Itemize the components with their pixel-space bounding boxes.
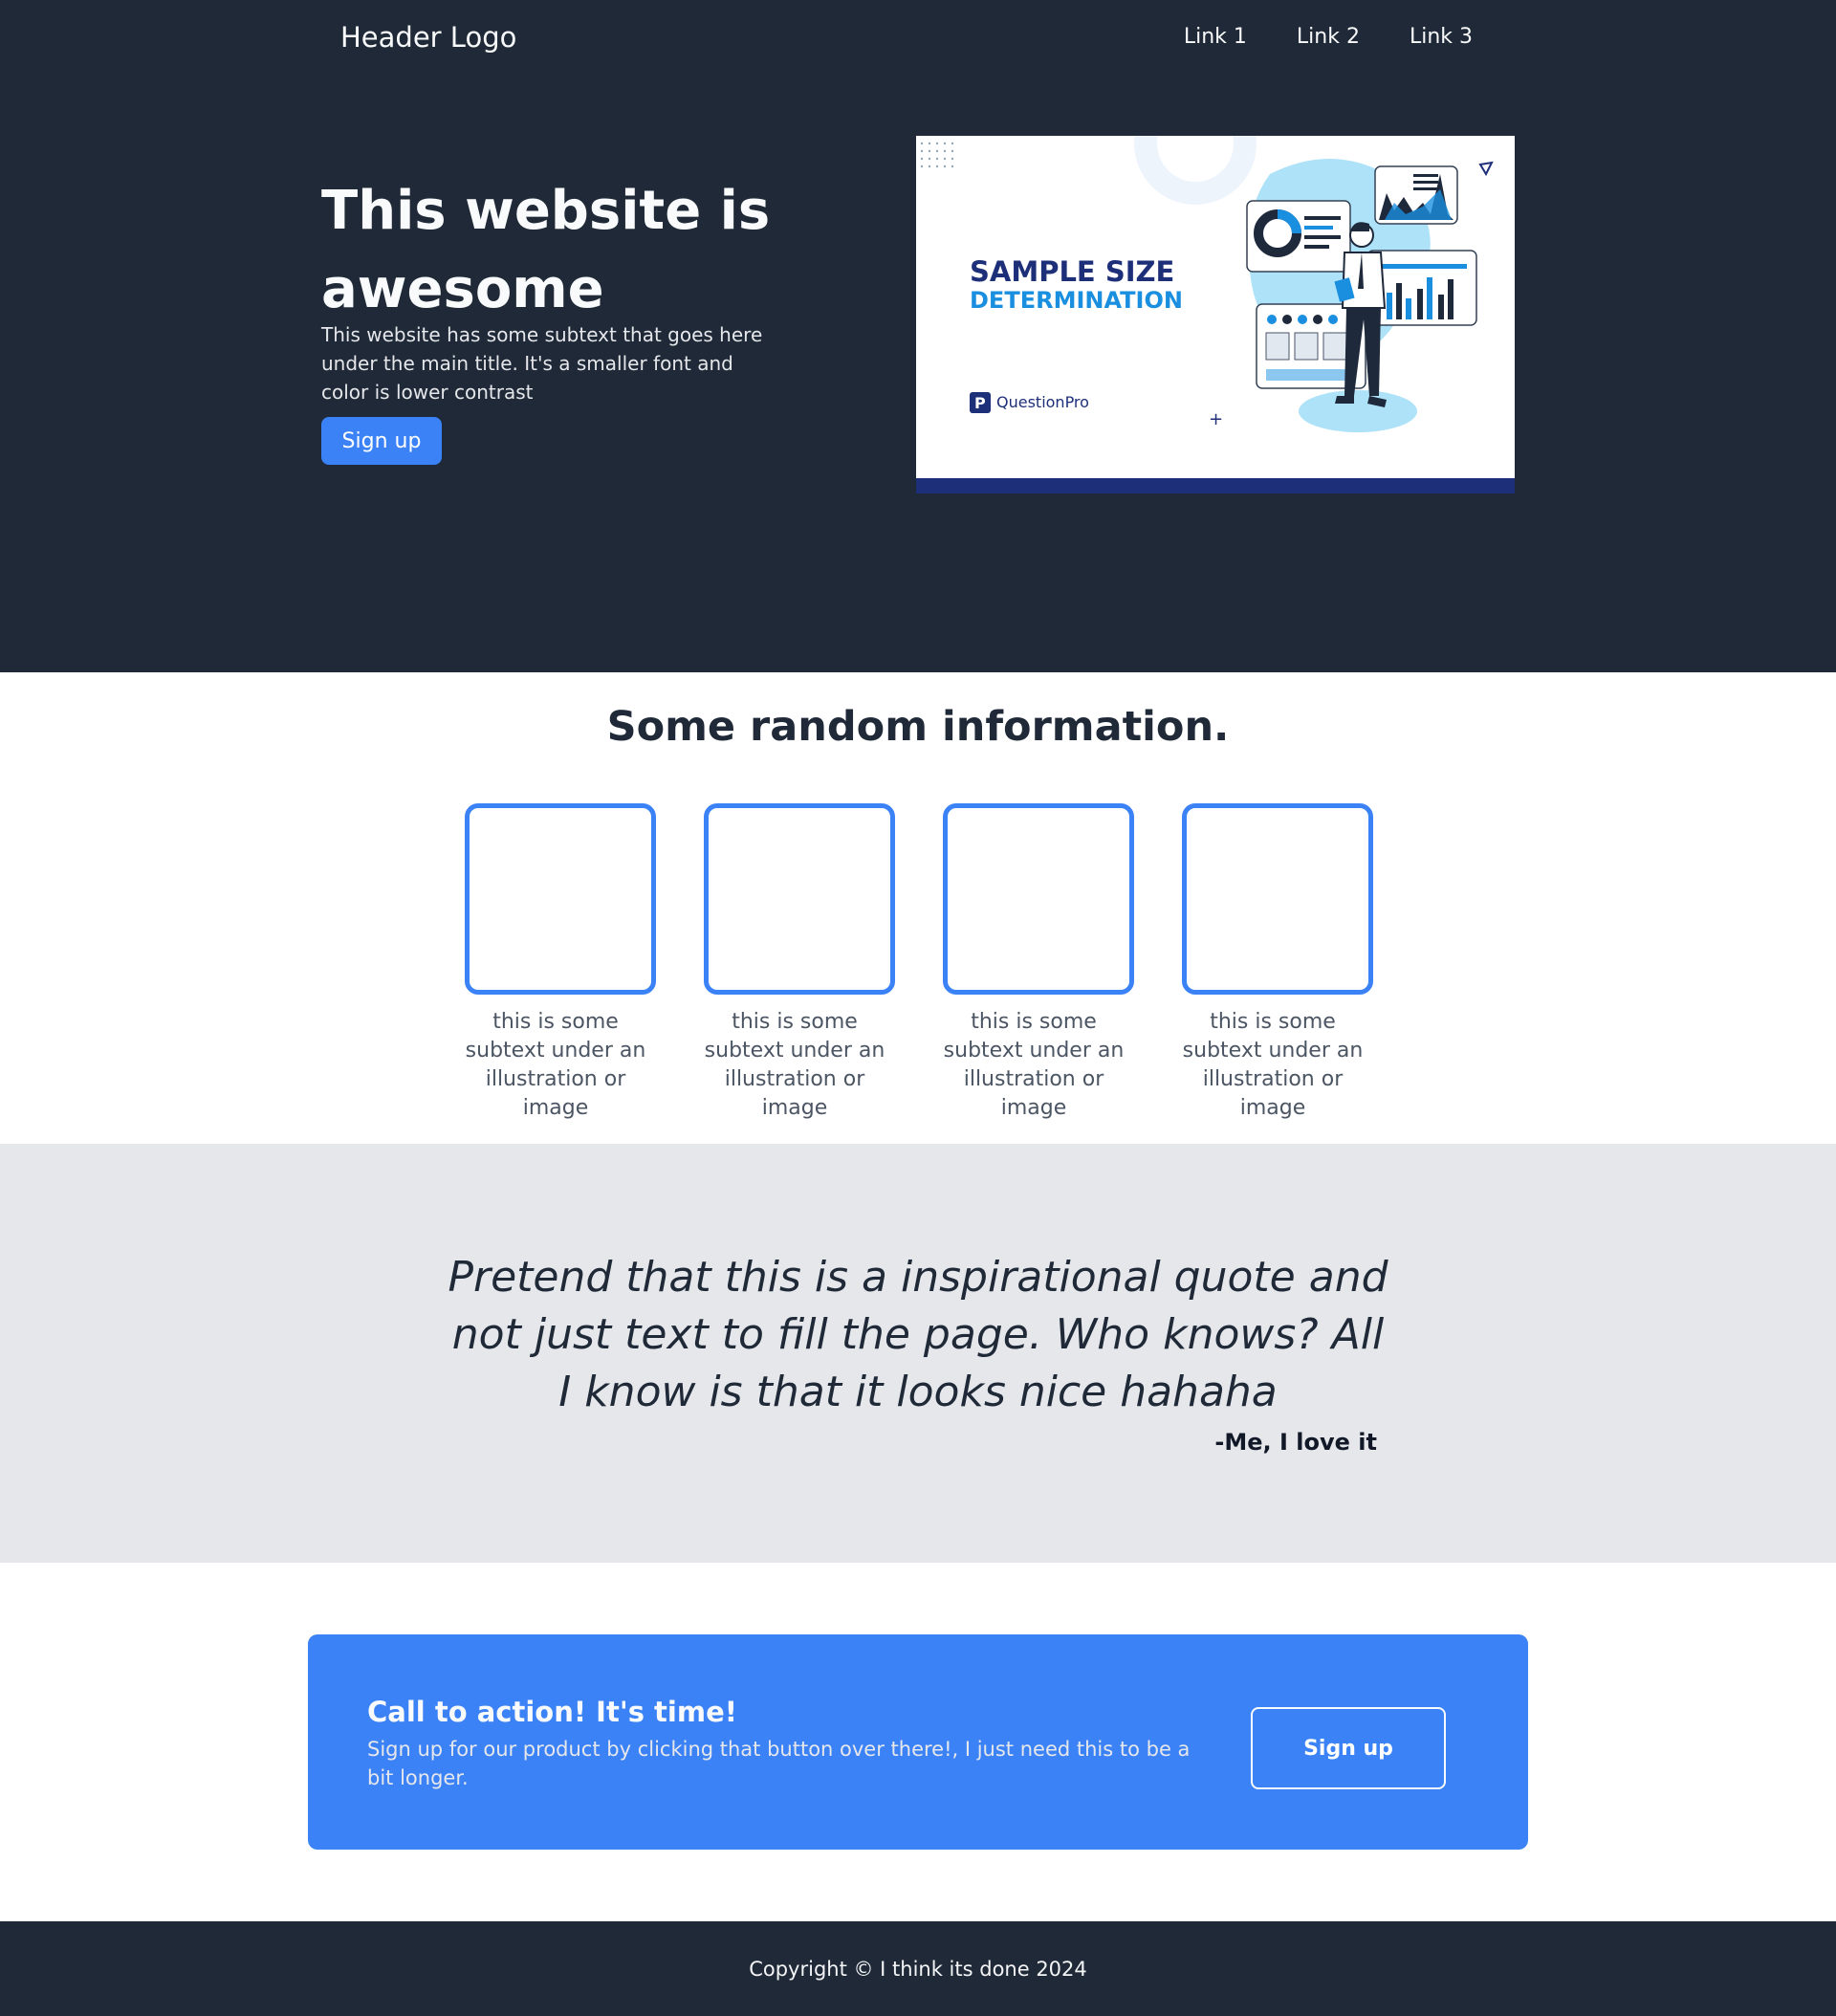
footer: Copyright © I think its done 2024 xyxy=(0,1921,1836,2016)
card-image-placeholder xyxy=(704,803,895,995)
cta-text: Sign up for our product by clicking that… xyxy=(367,1738,1191,1789)
hero-subtitle: This website has some subtext that goes … xyxy=(321,323,763,404)
svg-text:P: P xyxy=(974,394,986,412)
info-card: this is some subtext under an illustrati… xyxy=(1182,803,1373,1123)
header-logo[interactable]: Header Logo xyxy=(340,21,516,54)
info-card: this is some subtext under an illustrati… xyxy=(704,803,895,1123)
illustration-title-line1: SAMPLE SIZE xyxy=(970,255,1174,288)
card-image-placeholder xyxy=(1182,803,1373,995)
svg-text:+: + xyxy=(1209,409,1223,429)
card-subtext: this is some subtext under an illustrati… xyxy=(1182,1010,1364,1120)
cta-signup-button[interactable]: Sign up xyxy=(1251,1707,1446,1789)
card-image-placeholder xyxy=(943,803,1134,995)
cta-box: Call to action! It's time! Sign up for o… xyxy=(308,1634,1528,1850)
illustration-title-line2: DETERMINATION xyxy=(970,287,1183,314)
hero-illustration: SAMPLE SIZE DETERMINATION P QuestionPro … xyxy=(916,136,1515,493)
illustration-brand: QuestionPro xyxy=(996,393,1089,411)
cta-title: Call to action! It's time! xyxy=(367,1696,737,1728)
quote-author: -Me, I love it xyxy=(1214,1429,1377,1456)
header-nav: Link 1 Link 2 Link 3 xyxy=(1184,25,1473,49)
nav-link-2[interactable]: Link 2 xyxy=(1297,25,1360,49)
info-card: this is some subtext under an illustrati… xyxy=(465,803,656,1123)
hero-signup-button[interactable]: Sign up xyxy=(321,417,442,465)
info-title: Some random information. xyxy=(606,703,1230,751)
quote-section: Pretend that this is a inspirational quo… xyxy=(0,1144,1836,1563)
hero-title: This website is awesome xyxy=(321,180,771,320)
nav-link-1[interactable]: Link 1 xyxy=(1184,25,1247,49)
hero-section: Header Logo Link 1 Link 2 Link 3 This we… xyxy=(0,0,1836,672)
card-subtext: this is some subtext under an illustrati… xyxy=(704,1010,885,1120)
nav-link-3[interactable]: Link 3 xyxy=(1410,25,1473,49)
info-card: this is some subtext under an illustrati… xyxy=(943,803,1134,1123)
card-subtext: this is some subtext under an illustrati… xyxy=(943,1010,1125,1120)
info-cards: this is some subtext under an illustrati… xyxy=(465,803,1373,1123)
quote-text: Pretend that this is a inspirational quo… xyxy=(448,1253,1388,1416)
footer-copyright: Copyright © I think its done 2024 xyxy=(749,1958,1087,1981)
card-subtext: this is some subtext under an illustrati… xyxy=(465,1010,646,1120)
card-image-placeholder xyxy=(465,803,656,995)
